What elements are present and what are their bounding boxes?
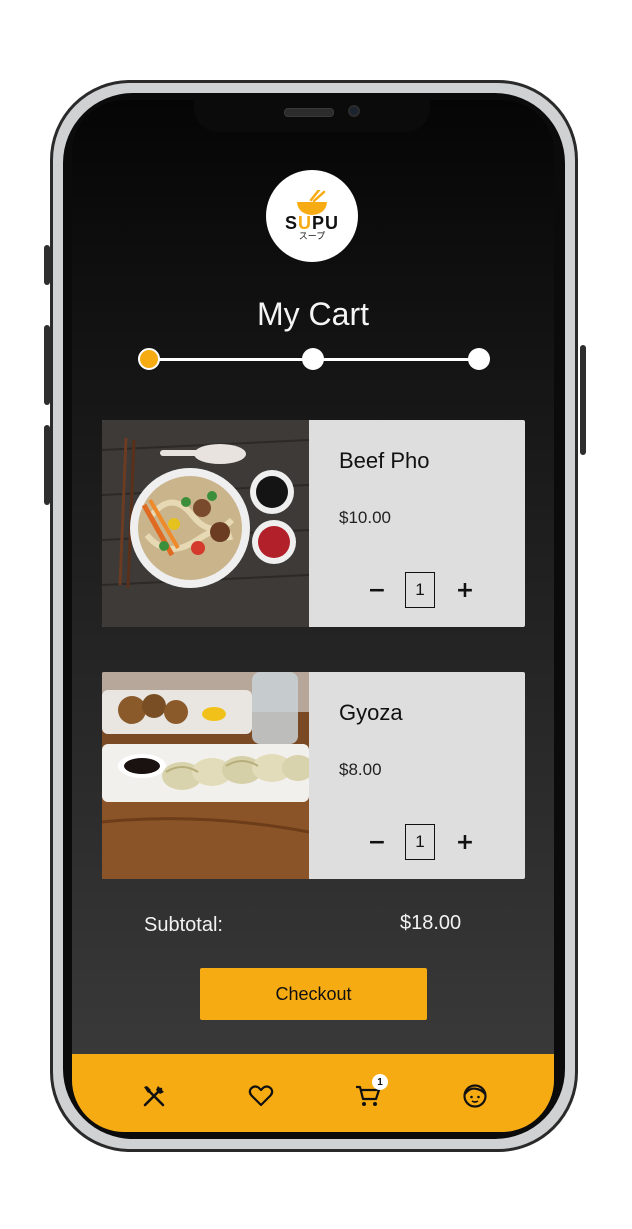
nav-cart-button[interactable]: 1 bbox=[352, 1074, 388, 1112]
logo-wordmark: SUPU bbox=[284, 213, 340, 233]
cart-count-badge: 1 bbox=[372, 1074, 388, 1090]
logo-subtitle: スープ bbox=[298, 232, 326, 242]
beef-pho-photo bbox=[102, 420, 309, 627]
brand-logo[interactable]: SUPU スープ bbox=[266, 170, 358, 262]
bottom-nav-bar: 1 bbox=[72, 1054, 554, 1132]
checkout-progress-stepper bbox=[138, 348, 490, 372]
quantity-value[interactable]: 1 bbox=[405, 824, 435, 860]
volume-up-button bbox=[44, 325, 50, 405]
volume-down-button bbox=[44, 425, 50, 505]
subtotal-value: $18.00 bbox=[400, 912, 462, 934]
front-camera bbox=[348, 105, 360, 117]
decrease-quantity-button[interactable]: − bbox=[365, 578, 389, 603]
heart-icon bbox=[248, 1085, 274, 1107]
step-1-dot-active bbox=[138, 348, 160, 370]
item-price: $10.00 bbox=[339, 508, 391, 527]
mute-switch bbox=[44, 245, 50, 285]
fork-knife-icon bbox=[143, 1086, 165, 1107]
quantity-stepper: − 1 + bbox=[365, 572, 477, 608]
power-button bbox=[580, 345, 586, 455]
item-name: Beef Pho bbox=[339, 448, 430, 473]
item-price: $8.00 bbox=[339, 760, 382, 779]
profile-face-icon bbox=[463, 1084, 487, 1108]
subtotal-label: Subtotal: bbox=[144, 914, 223, 936]
page-title: My Cart bbox=[257, 296, 369, 332]
nav-favorites-button[interactable] bbox=[245, 1080, 277, 1112]
quantity-value[interactable]: 1 bbox=[405, 572, 435, 608]
cart-item-beef-pho: Beef Pho $10.00 − 1 + bbox=[102, 420, 525, 627]
decrease-quantity-button[interactable]: − bbox=[365, 830, 389, 855]
step-3-dot bbox=[468, 348, 490, 370]
increase-quantity-button[interactable]: + bbox=[453, 578, 477, 603]
quantity-stepper: − 1 + bbox=[365, 824, 477, 860]
step-2-dot bbox=[302, 348, 324, 370]
app-screen: SUPU スープ My Cart Beef Pho $10.00 − 1 + G… bbox=[72, 100, 554, 1132]
speaker-grille bbox=[284, 108, 334, 117]
cart-item-gyoza: Gyoza $8.00 − 1 + bbox=[102, 672, 525, 879]
nav-profile-button[interactable] bbox=[459, 1080, 491, 1112]
item-name: Gyoza bbox=[339, 700, 403, 725]
nav-menu-button[interactable] bbox=[138, 1080, 170, 1112]
increase-quantity-button[interactable]: + bbox=[453, 830, 477, 855]
gyoza-photo bbox=[102, 672, 309, 879]
checkout-button[interactable]: Checkout bbox=[200, 968, 427, 1020]
phone-notch bbox=[194, 100, 430, 132]
